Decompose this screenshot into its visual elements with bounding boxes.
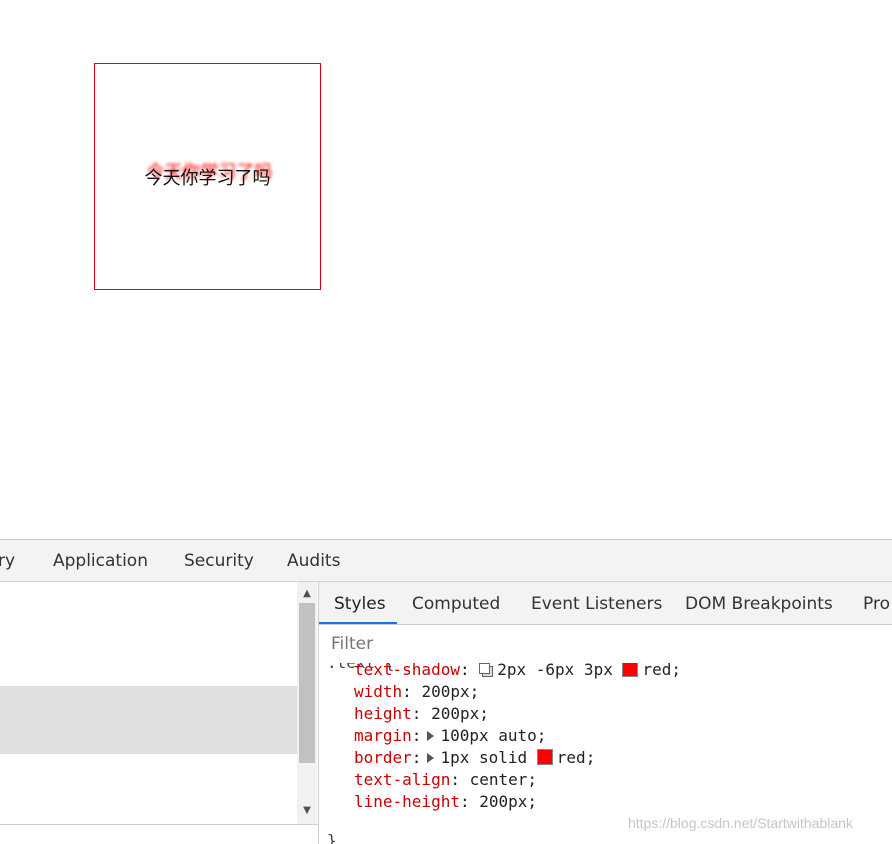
text-demo-box: 今天你学习了吗 [94, 63, 321, 290]
tab-memory[interactable]: ry [0, 551, 15, 571]
selected-dom-row[interactable] [0, 686, 297, 754]
tab-event-listeners[interactable]: Event Listeners [531, 594, 662, 614]
property-name[interactable]: line-height [354, 792, 460, 811]
color-swatch[interactable] [536, 749, 553, 765]
property-name[interactable]: border [354, 748, 412, 767]
devtools-panel: ry Application Security Audits ▲ ▼ Style… [0, 539, 892, 844]
active-tab-indicator [319, 622, 397, 624]
styles-pane: Styles Computed Event Listeners DOM Brea… [319, 582, 892, 844]
rule-width[interactable]: width: 200px; [354, 682, 479, 701]
property-value[interactable]: center; [470, 770, 537, 789]
rule-line-height[interactable]: line-height: 200px; [354, 792, 537, 811]
elements-tree-pane: ▲ ▼ [0, 582, 319, 844]
scrollbar-thumb[interactable] [299, 603, 315, 763]
expand-triangle-icon[interactable] [427, 731, 435, 741]
property-value[interactable]: 2px -6px 3px [497, 663, 613, 679]
rule-border[interactable]: border: 1px solid red; [354, 748, 595, 767]
devtools-main-tabs: ry Application Security Audits [0, 540, 892, 582]
rule-height[interactable]: height: 200px; [354, 704, 489, 723]
expand-triangle-icon[interactable] [427, 753, 435, 763]
property-name[interactable]: width [354, 682, 402, 701]
property-name[interactable]: text-shadow [354, 663, 460, 679]
color-swatch[interactable] [622, 663, 639, 677]
filter-input[interactable] [323, 629, 888, 659]
property-value[interactable]: 1px solid [440, 748, 527, 767]
sidebar-tabs: Styles Computed Event Listeners DOM Brea… [319, 582, 892, 625]
shadow-editor-icon[interactable] [479, 663, 494, 677]
property-name[interactable]: text-align [354, 770, 450, 789]
tab-application[interactable]: Application [53, 551, 148, 571]
tab-dom-breakpoints[interactable]: DOM Breakpoints [685, 594, 833, 614]
rule-text-shadow[interactable]: text-shadow: 2px -6px 3px red; [354, 663, 681, 679]
property-value[interactable]: 200px; [479, 792, 537, 811]
watermark: https://blog.csdn.net/Startwithablank [628, 815, 853, 831]
tab-computed[interactable]: Computed [412, 594, 500, 614]
tab-security[interactable]: Security [184, 551, 254, 571]
tab-audits[interactable]: Audits [287, 551, 340, 571]
rule-text-align[interactable]: text-align: center; [354, 770, 537, 789]
rule-close-brace: } [327, 831, 337, 844]
tab-styles[interactable]: Styles [334, 594, 386, 614]
tab-properties[interactable]: Pro [863, 594, 890, 614]
filter-bar [319, 625, 892, 663]
scroll-down-icon[interactable]: ▼ [300, 804, 314, 818]
property-name[interactable]: margin [354, 726, 412, 745]
property-name[interactable]: height [354, 704, 412, 723]
color-value[interactable]: red [557, 748, 586, 767]
divider [0, 824, 318, 825]
property-value[interactable]: 100px auto; [440, 726, 546, 745]
scroll-up-icon[interactable]: ▲ [300, 587, 314, 601]
demo-text: 今天你学习了吗 [144, 167, 271, 189]
property-value[interactable]: 200px; [421, 682, 479, 701]
rule-margin[interactable]: margin: 100px auto; [354, 726, 546, 745]
property-value[interactable]: 200px; [431, 704, 489, 723]
color-value[interactable]: red [642, 663, 671, 679]
